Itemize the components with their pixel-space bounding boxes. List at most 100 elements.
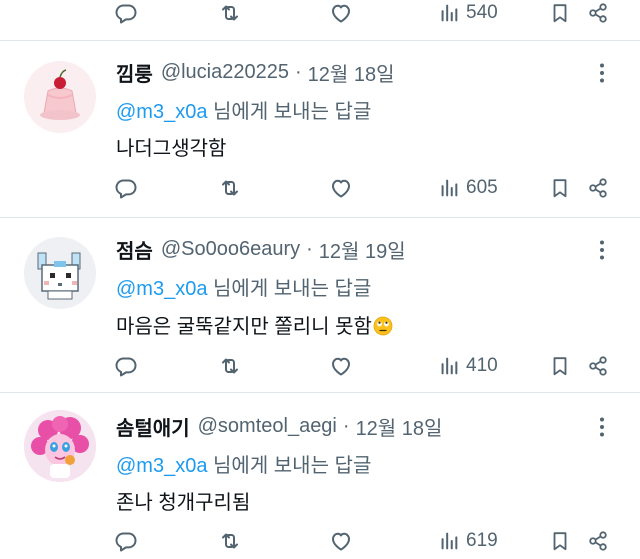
bookmark-button[interactable]	[549, 175, 571, 201]
tweet-text: 나더그생각함	[116, 138, 227, 160]
display-name[interactable]: 낌룽	[116, 58, 153, 87]
display-name[interactable]: 점슴	[116, 235, 153, 264]
like-icon	[329, 529, 353, 553]
reply-icon	[114, 176, 138, 200]
like-button[interactable]	[329, 528, 353, 554]
reply-context-label: 님에게 보내는 답글	[207, 455, 372, 477]
views-count: 410	[466, 355, 498, 376]
share-button[interactable]	[587, 175, 609, 201]
separator-dot: ·	[295, 60, 302, 83]
action-bar: 619	[0, 528, 640, 554]
reply-button[interactable]	[114, 0, 138, 26]
avatar[interactable]	[24, 410, 96, 482]
bookmark-icon	[549, 530, 571, 552]
reply-context: @m3_x0a 님에게 보내는 답글	[116, 95, 371, 124]
more-button[interactable]	[590, 61, 614, 85]
views-button[interactable]: 410	[438, 353, 498, 379]
tweet-text-content: 마음은 굴뚝같지만 쫄리니 못함	[116, 316, 372, 338]
reply-button[interactable]	[114, 353, 138, 379]
tweet-text: 존나 청개구리됨	[116, 492, 251, 514]
mention-link[interactable]: @m3_x0a	[116, 455, 207, 477]
display-name[interactable]: 솜털애기	[116, 412, 190, 441]
share-button[interactable]	[587, 528, 609, 554]
like-icon	[329, 1, 353, 25]
bookmark-button[interactable]	[549, 528, 571, 554]
more-icon	[590, 238, 614, 262]
like-icon	[329, 354, 353, 378]
like-button[interactable]	[329, 0, 353, 26]
bookmark-icon	[549, 2, 571, 24]
tweet-date[interactable]: 12월 19일	[319, 235, 406, 264]
retweet-icon	[218, 176, 242, 200]
more-button[interactable]	[590, 238, 614, 262]
share-icon	[587, 177, 609, 199]
reply-context: @m3_x0a 님에게 보내는 답글	[116, 449, 371, 478]
avatar[interactable]	[24, 237, 96, 309]
reply-icon	[114, 354, 138, 378]
views-count: 619	[466, 530, 498, 551]
views-button[interactable]: 540	[438, 0, 498, 26]
pink-pony-girl-avatar	[24, 410, 96, 482]
bookmark-icon	[549, 177, 571, 199]
reply-context: @m3_x0a 님에게 보내는 답글	[116, 272, 371, 301]
user-handle[interactable]: @So0oo6eaury	[161, 238, 300, 261]
retweet-icon	[218, 354, 242, 378]
action-bar: 410	[0, 353, 640, 379]
share-icon	[587, 2, 609, 24]
more-icon	[590, 61, 614, 85]
tweet-text: 마음은 굴뚝같지만 쫄리니 못함	[116, 310, 393, 339]
tweet-date[interactable]: 12월 18일	[356, 412, 443, 441]
like-button[interactable]	[329, 353, 353, 379]
share-icon	[587, 530, 609, 552]
avatar[interactable]	[24, 61, 96, 133]
user-handle[interactable]: @lucia220225	[161, 61, 289, 84]
retweet-button[interactable]	[218, 0, 242, 26]
pixel-pachirisu-avatar	[24, 237, 96, 309]
retweet-button[interactable]	[218, 528, 242, 554]
reply-context-label: 님에게 보내는 답글	[207, 101, 372, 123]
reply-tweet[interactable]: 솜털애기 @somteol_aegi · 12월 18일 @m3_x0a 님에게…	[0, 393, 640, 559]
views-count: 605	[466, 177, 498, 198]
views-icon	[438, 2, 460, 24]
share-button[interactable]	[587, 353, 609, 379]
reply-tweet[interactable]: 점슴 @So0oo6eaury · 12월 19일 @m3_x0a 님에게 보내…	[0, 218, 640, 392]
mention-link[interactable]: @m3_x0a	[116, 101, 207, 123]
more-button[interactable]	[590, 415, 614, 439]
share-button[interactable]	[587, 0, 609, 26]
user-handle[interactable]: @somteol_aegi	[198, 415, 337, 438]
like-icon	[329, 176, 353, 200]
jelly-pudding-avatar	[24, 61, 96, 133]
reply-button[interactable]	[114, 528, 138, 554]
retweet-button[interactable]	[218, 175, 242, 201]
tweet-header: 솜털애기 @somteol_aegi · 12월 18일	[116, 412, 442, 440]
views-icon	[438, 355, 460, 377]
reply-tweet[interactable]: 낌룽 @lucia220225 · 12월 18일 @m3_x0a 님에게 보내…	[0, 41, 640, 217]
separator-dot: ·	[342, 414, 350, 437]
separator-dot: ·	[306, 237, 313, 260]
action-bar: 605	[0, 175, 640, 201]
share-icon	[587, 355, 609, 377]
mention-link[interactable]: @m3_x0a	[116, 278, 207, 300]
tweet-date[interactable]: 12월 18일	[308, 58, 395, 87]
views-icon	[438, 530, 460, 552]
retweet-icon	[218, 1, 242, 25]
reply-context-label: 님에게 보내는 답글	[207, 278, 372, 300]
reply-button[interactable]	[114, 175, 138, 201]
action-bar-previous: 540	[0, 0, 640, 26]
retweet-icon	[218, 529, 242, 553]
rolling-eyes-emoji	[373, 316, 393, 336]
views-button[interactable]: 619	[438, 528, 498, 554]
reply-icon	[114, 1, 138, 25]
retweet-button[interactable]	[218, 353, 242, 379]
tweet-header: 점슴 @So0oo6eaury · 12월 19일	[116, 235, 406, 263]
views-count: 540	[466, 2, 498, 23]
views-button[interactable]: 605	[438, 175, 498, 201]
bookmark-button[interactable]	[549, 0, 571, 26]
more-icon	[590, 415, 614, 439]
views-icon	[438, 177, 460, 199]
tweet-header: 낌룽 @lucia220225 · 12월 18일	[116, 58, 395, 86]
reply-icon	[114, 529, 138, 553]
bookmark-icon	[549, 355, 571, 377]
like-button[interactable]	[329, 175, 353, 201]
bookmark-button[interactable]	[549, 353, 571, 379]
